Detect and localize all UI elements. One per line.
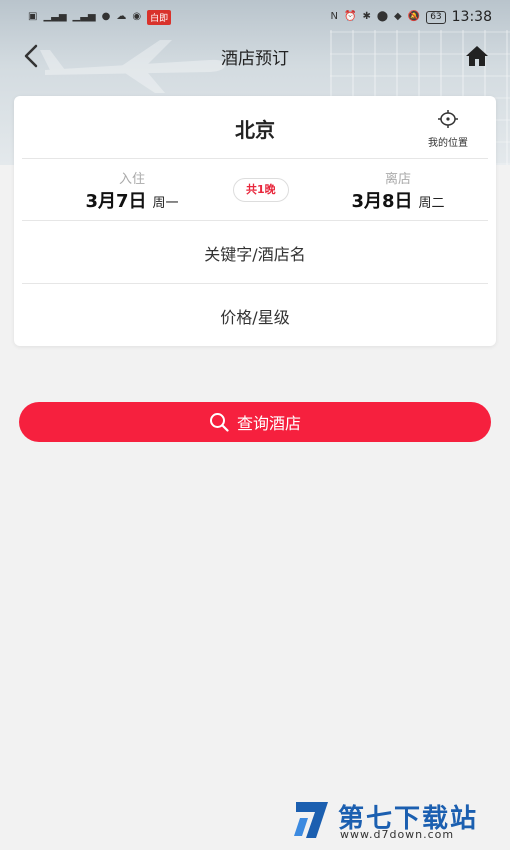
page-title: 酒店预订 — [221, 48, 289, 69]
alarm-icon: ⏰ — [343, 11, 357, 22]
nights-badge: 共1晚 — [233, 178, 289, 202]
weather-icon: ☁ — [116, 11, 127, 22]
back-arrow-icon[interactable] — [18, 42, 46, 70]
checkout-date: 3月8日 — [351, 191, 413, 212]
price-star-selector[interactable]: 价格/星级 — [22, 304, 488, 328]
status-left: ▣ ▁▃▅ ▁▃▅ ● ☁ ◉ 白即 — [28, 9, 172, 25]
chat-icon: ● — [101, 11, 111, 22]
clock: 13:38 — [451, 9, 492, 25]
my-location-button[interactable]: 我的位置 — [418, 110, 478, 149]
watermark-url: www.d7down.com — [340, 828, 455, 841]
status-right: N ⏰ ✱ ⬤ ◆ 🔕 63 13:38 — [331, 9, 493, 25]
checkout-caption: 离店 — [384, 172, 411, 187]
battery-icon: 63 — [426, 10, 446, 24]
keyword-row: 关键字/酒店名 — [22, 220, 488, 284]
checkin-weekday: 周一 — [152, 196, 179, 211]
locate-icon — [438, 110, 458, 128]
search-icon — [209, 413, 229, 432]
app-badge: 白即 — [147, 9, 172, 25]
price-star-row: 价格/星级 — [22, 283, 488, 345]
hotel-search-card: 北京 我的位置 入住 3月7日 周一 共1晚 离店 3月8日 周二 关键字/酒店名 — [14, 96, 496, 346]
keyword-input[interactable]: 关键字/酒店名 — [22, 241, 488, 265]
checkin-date: 3月7日 — [85, 191, 147, 212]
home-icon[interactable] — [464, 43, 490, 69]
date-row: 入住 3月7日 周一 共1晚 离店 3月8日 周二 — [22, 158, 488, 221]
bluetooth-icon: ✱ — [362, 11, 371, 22]
signal-icon: ▁▃▅ — [72, 11, 96, 22]
city-row: 北京 我的位置 — [22, 96, 488, 159]
wechat-icon: ◉ — [132, 11, 142, 22]
checkout-date-picker[interactable]: 离店 3月8日 周二 — [328, 168, 468, 213]
navigation-bar: 酒店预订 — [0, 34, 510, 78]
search-hotel-button[interactable]: 查询酒店 — [19, 402, 491, 442]
watermark: 第七下载站 www.d7down.com — [292, 796, 492, 844]
my-location-label: 我的位置 — [428, 138, 468, 149]
checkout-weekday: 周二 — [418, 196, 445, 211]
checkin-date-picker[interactable]: 入住 3月7日 周一 — [62, 168, 202, 213]
watermark-logo-icon — [294, 802, 328, 838]
checkin-caption: 入住 — [118, 172, 145, 187]
location-icon: ⬤ — [376, 11, 389, 22]
signal-icon: ▁▃▅ — [43, 11, 67, 22]
nfc-icon: N — [330, 11, 338, 22]
wifi-icon: ◆ — [394, 11, 402, 22]
search-button-label: 查询酒店 — [236, 414, 301, 433]
mute-icon: 🔕 — [407, 11, 421, 22]
hd-icon: ▣ — [28, 11, 38, 22]
status-bar: ▣ ▁▃▅ ▁▃▅ ● ☁ ◉ 白即 N ⏰ ✱ ⬤ ◆ 🔕 63 13:38 — [0, 0, 510, 34]
